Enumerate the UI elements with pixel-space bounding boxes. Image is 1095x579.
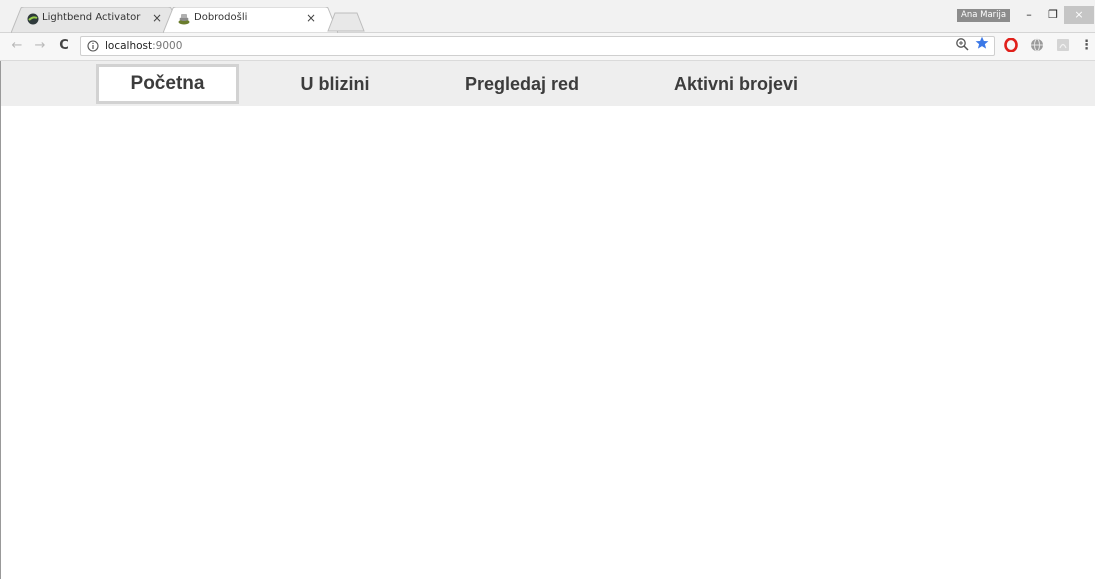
back-button[interactable]: ← [9, 38, 25, 54]
url-port: :9000 [152, 40, 183, 52]
info-icon[interactable] [87, 40, 99, 52]
nav-item-u-blizini[interactable]: U blizini [271, 64, 399, 104]
opera-extension-icon[interactable] [1004, 38, 1018, 52]
tab-strip: Lightbend Activator × Dobrodošli × Ana M… [0, 0, 1095, 33]
pdf-extension-icon[interactable] [1056, 38, 1070, 52]
profile-button[interactable]: Ana Marija [957, 9, 1011, 22]
zoom-icon[interactable] [955, 37, 969, 51]
site-navigation: Početna U blizini Pregledaj red Aktivni … [1, 61, 1095, 106]
nav-item-pocetna[interactable]: Početna [96, 64, 239, 104]
url-host: localhost [105, 40, 153, 52]
tab-dobrodosli[interactable]: Dobrodošli × [163, 7, 338, 33]
bookmark-star-icon[interactable] [975, 36, 989, 50]
lightbend-icon [27, 13, 39, 25]
browser-window: Lightbend Activator × Dobrodošli × Ana M… [0, 0, 1095, 579]
close-tab-icon[interactable]: × [152, 11, 162, 25]
play-framework-icon [178, 14, 190, 25]
reload-button[interactable]: C [56, 38, 72, 54]
forward-button[interactable]: → [32, 38, 48, 54]
url-text[interactable]: localhost:9000 [105, 39, 182, 53]
minimize-button[interactable]: – [1016, 6, 1042, 24]
address-bar[interactable]: localhost:9000 [80, 36, 995, 56]
close-tab-icon[interactable]: × [306, 11, 316, 25]
restore-button[interactable]: ❐ [1040, 6, 1066, 24]
tab-title: Lightbend Activator [42, 12, 141, 23]
globe-extension-icon[interactable] [1030, 38, 1044, 52]
browser-toolbar: ← → C localhost:9000 ⋮ [0, 33, 1095, 61]
close-window-button[interactable]: × [1064, 6, 1094, 24]
new-tab-button[interactable] [327, 12, 365, 32]
tab-lightbend-activator[interactable]: Lightbend Activator × [11, 7, 181, 33]
nav-item-aktivni-brojevi[interactable]: Aktivni brojevi [661, 64, 811, 104]
browser-menu-icon[interactable]: ⋮ [1080, 38, 1093, 54]
nav-item-pregledaj-red[interactable]: Pregledaj red [443, 64, 601, 104]
page-viewport: Početna U blizini Pregledaj red Aktivni … [0, 61, 1095, 579]
tab-title: Dobrodošli [194, 12, 248, 23]
